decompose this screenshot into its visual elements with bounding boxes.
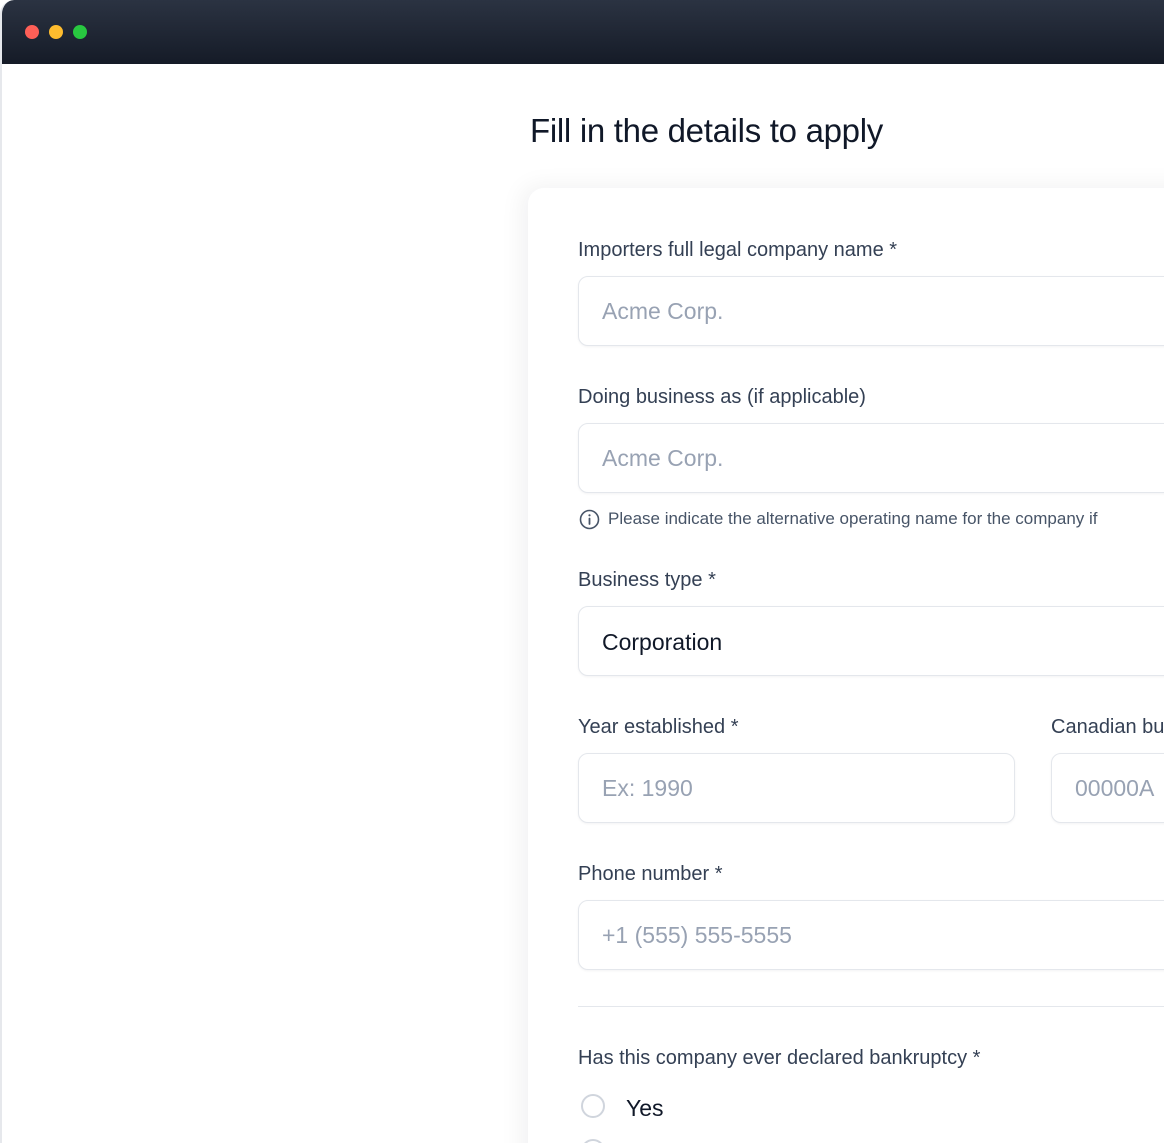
bankruptcy-yes-label[interactable]: Yes	[626, 1095, 664, 1122]
legal-name-field	[578, 276, 1164, 346]
year-established-field	[578, 753, 1015, 823]
section-divider	[578, 1006, 1164, 1007]
dba-field	[578, 423, 1164, 493]
legal-name-input[interactable]	[579, 277, 1164, 345]
page-title: Fill in the details to apply	[530, 112, 883, 149]
dba-label: Doing business as (if applicable)	[578, 386, 866, 408]
year-established-label: Year established *	[578, 716, 739, 738]
canadian-bn-label: Canadian bu	[1051, 716, 1164, 738]
business-type-select[interactable]: Corporation	[578, 606, 1164, 676]
canadian-bn-field	[1051, 753, 1164, 823]
window-titlebar	[2, 0, 1164, 64]
phone-input[interactable]	[579, 901, 1164, 969]
canadian-bn-input[interactable]	[1052, 754, 1164, 822]
phone-field	[578, 900, 1164, 970]
close-window-button[interactable]	[25, 25, 39, 39]
business-type-label: Business type *	[578, 569, 716, 591]
dba-input[interactable]	[579, 424, 1164, 492]
business-type-value: Corporation	[602, 629, 723, 655]
bankruptcy-yes-radio[interactable]	[581, 1094, 605, 1118]
year-established-input[interactable]	[579, 754, 1014, 822]
app-window: Fill in the details to apply Importers f…	[0, 0, 1164, 1143]
bankruptcy-label: Has this company ever declared bankruptc…	[578, 1047, 981, 1069]
phone-label: Phone number *	[578, 863, 723, 885]
maximize-window-button[interactable]	[73, 25, 87, 39]
legal-name-label: Importers full legal company name *	[578, 239, 898, 261]
minimize-window-button[interactable]	[49, 25, 63, 39]
info-icon	[579, 509, 600, 530]
dba-hint-text: Please indicate the alternative operatin…	[608, 509, 1098, 528]
